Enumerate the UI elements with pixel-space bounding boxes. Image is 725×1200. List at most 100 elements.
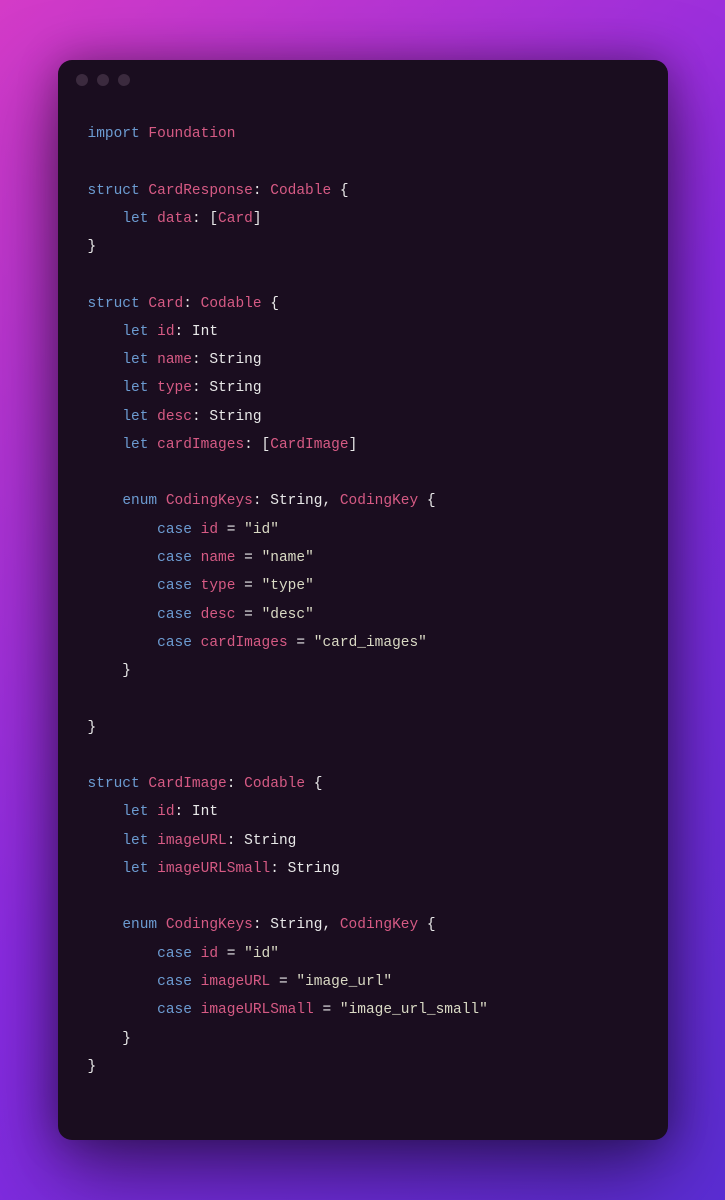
code-token: type — [201, 578, 236, 594]
code-token: "desc" — [262, 607, 314, 623]
code-line: } — [88, 657, 638, 685]
code-token: = — [288, 635, 314, 651]
traffic-light-minimize-icon[interactable] — [97, 74, 109, 86]
code-token — [88, 635, 158, 651]
code-token: : String — [192, 409, 262, 425]
code-token — [148, 380, 157, 396]
code-token: : Int — [175, 324, 219, 340]
code-token — [148, 211, 157, 227]
traffic-light-close-icon[interactable] — [76, 74, 88, 86]
code-window: import Foundation struct CardResponse: C… — [58, 60, 668, 1140]
code-token: : Int — [175, 804, 219, 820]
code-token: CardImage — [270, 437, 348, 453]
code-token: = — [218, 522, 244, 538]
code-token: : String — [227, 833, 297, 849]
code-token — [88, 493, 123, 509]
code-token: = — [270, 974, 296, 990]
code-line: let type: String — [88, 374, 638, 402]
code-token: "card_images" — [314, 635, 427, 651]
code-token: imageURL — [157, 833, 227, 849]
code-token — [192, 578, 201, 594]
code-token — [88, 833, 123, 849]
code-line: let name: String — [88, 346, 638, 374]
code-token: case — [157, 550, 192, 566]
code-token: let — [122, 833, 148, 849]
code-line: case name = "name" — [88, 544, 638, 572]
code-token: { — [418, 917, 435, 933]
code-token: let — [122, 861, 148, 877]
code-token — [88, 324, 123, 340]
code-token — [88, 804, 123, 820]
code-token: let — [122, 352, 148, 368]
code-token: case — [157, 522, 192, 538]
code-token: id — [201, 522, 218, 538]
code-token: case — [157, 635, 192, 651]
code-line: let id: Int — [88, 318, 638, 346]
code-token: } — [88, 720, 97, 736]
code-token: case — [157, 607, 192, 623]
code-token: cardImages — [157, 437, 244, 453]
code-token — [157, 493, 166, 509]
code-token: = — [235, 607, 261, 623]
code-token: desc — [201, 607, 236, 623]
code-token: : String — [192, 380, 262, 396]
code-token — [192, 946, 201, 962]
code-token: struct — [88, 296, 140, 312]
code-token — [192, 635, 201, 651]
code-line: case cardImages = "card_images" — [88, 629, 638, 657]
code-line — [88, 742, 638, 770]
code-token: Codable — [244, 776, 305, 792]
code-line: } — [88, 1053, 638, 1081]
code-token: "id" — [244, 522, 279, 538]
code-token: name — [201, 550, 236, 566]
code-token: enum — [122, 917, 157, 933]
code-line — [88, 148, 638, 176]
code-token: enum — [122, 493, 157, 509]
code-token: CodingKeys — [166, 917, 253, 933]
code-token: CodingKeys — [166, 493, 253, 509]
code-token: = — [218, 946, 244, 962]
code-line: enum CodingKeys: String, CodingKey { — [88, 487, 638, 515]
code-line: import Foundation — [88, 120, 638, 148]
code-token — [88, 861, 123, 877]
code-token: } — [88, 1031, 132, 1047]
code-token — [88, 522, 158, 538]
code-token: case — [157, 974, 192, 990]
code-token: cardImages — [201, 635, 288, 651]
code-token: : String — [192, 352, 262, 368]
code-content: import Foundation struct CardResponse: C… — [58, 100, 668, 1111]
code-token — [192, 522, 201, 538]
code-token: : [ — [192, 211, 218, 227]
code-token: let — [122, 409, 148, 425]
code-token — [192, 1002, 201, 1018]
code-token: : — [227, 776, 244, 792]
code-line: let id: Int — [88, 798, 638, 826]
code-token: "id" — [244, 946, 279, 962]
code-token: Card — [148, 296, 183, 312]
code-token: CardResponse — [148, 183, 252, 199]
code-line: struct CardResponse: Codable { — [88, 177, 638, 205]
code-token: } — [88, 239, 97, 255]
code-token — [88, 607, 158, 623]
code-token: { — [331, 183, 348, 199]
code-line: case id = "id" — [88, 516, 638, 544]
code-token: desc — [157, 409, 192, 425]
code-token — [157, 917, 166, 933]
code-token: "image_url_small" — [340, 1002, 488, 1018]
code-line — [88, 459, 638, 487]
code-token — [148, 861, 157, 877]
code-token: name — [157, 352, 192, 368]
code-token: "name" — [262, 550, 314, 566]
code-token: CodingKey — [340, 493, 418, 509]
traffic-light-zoom-icon[interactable] — [118, 74, 130, 86]
code-token: struct — [88, 183, 140, 199]
code-token: Foundation — [148, 126, 235, 142]
code-token: imageURL — [201, 974, 271, 990]
code-token — [88, 380, 123, 396]
code-token: CardImage — [148, 776, 226, 792]
code-token: type — [157, 380, 192, 396]
code-token: ] — [349, 437, 358, 453]
code-line: case imageURLSmall = "image_url_small" — [88, 996, 638, 1024]
code-line: let imageURL: String — [88, 827, 638, 855]
code-token — [148, 437, 157, 453]
